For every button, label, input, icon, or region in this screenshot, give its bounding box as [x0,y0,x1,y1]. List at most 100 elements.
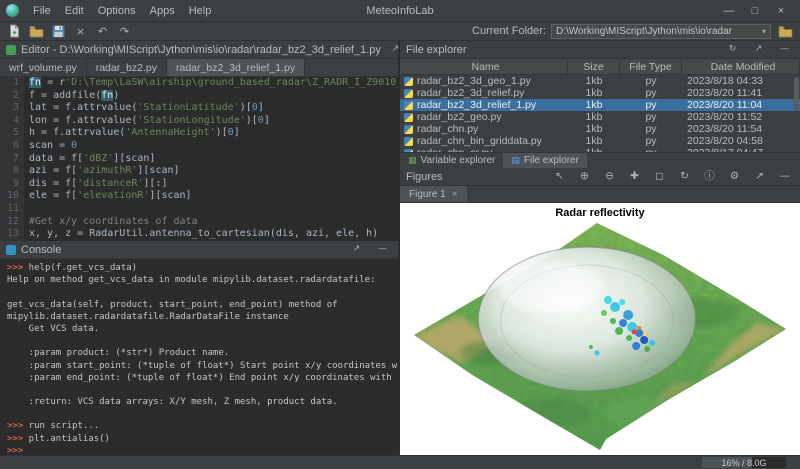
close-icon[interactable]: × [71,23,90,40]
menu-help[interactable]: Help [182,5,219,17]
minimize-icon[interactable]: — [775,168,794,185]
editor-panel-title: Editor - D:\Working\MIScript\Jython\mis\… [21,44,381,56]
figure-tab-close-icon[interactable]: × [452,189,458,200]
menu-apps[interactable]: Apps [143,5,182,17]
code-text: #Get x/y coordinates of data [24,216,198,229]
menu-file[interactable]: File [26,5,58,17]
minimize-button[interactable]: — [716,5,742,17]
file-date-cell: 2023/8/20 11:41 [682,87,800,99]
chevron-down-icon[interactable]: ▾ [758,27,766,36]
open-script-icon[interactable] [27,23,46,40]
cursor-icon[interactable]: ↖ [550,168,569,185]
file-row-radar_chn_cr.py[interactable]: radar_chn_cr.py1kbpy2023/8/17 04:47 [400,147,800,152]
main-toolbar: ×↶↷ Current Folder: D:\Working\MIScript\… [0,22,800,41]
scrollbar-thumb[interactable] [794,77,799,111]
file-name-cell: radar_chn.py [400,123,568,135]
file-row-radar_bz2_3d_relief.py[interactable]: radar_bz2_3d_relief.py1kbpy2023/8/20 11:… [400,87,800,99]
code-editor[interactable]: 1fn = r'D:\Temp\LaSW\airship\ground_base… [0,77,398,241]
identify-icon[interactable]: ⓘ [700,168,719,185]
editor-tab-wrf_volume.py[interactable]: wrf_volume.py [0,59,87,76]
figure-tab[interactable]: Figure 1 × [400,186,467,202]
new-script-icon[interactable] [5,23,24,40]
figure-tabbar: Figure 1 × [400,186,800,203]
editor-panel-header: Editor - D:\Working\MIScript\Jython\mis\… [0,41,398,59]
tab-variable-explorer[interactable]: ▦Variable explorer [400,153,503,168]
file-type-cell: py [620,99,682,111]
file-name-cell: radar_bz2_3d_geo_1.py [400,75,568,87]
rotate-icon[interactable]: ↻ [675,168,694,185]
menu-edit[interactable]: Edit [58,5,91,17]
column-header-size[interactable]: Size [568,59,620,74]
refresh-icon[interactable]: ↻ [723,41,742,58]
float-icon[interactable]: ↗ [386,41,398,58]
code-line: 8azi = f['azimuthR'][scan] [0,165,398,178]
console-panel-buttons: ↗— [347,241,392,258]
console-line [7,335,398,347]
memory-indicator[interactable]: 16% / 8.0G [702,457,786,468]
console-line: get_vcs_data(self, product, start_point,… [7,299,398,311]
console-line: >>> help(f.get_vcs_data) [7,262,398,274]
current-folder-group: Current Folder: D:\Working\MIScript\Jyth… [472,23,795,40]
minimize-icon[interactable]: — [775,41,794,58]
vertical-splitter[interactable] [399,41,400,455]
line-number: 5 [0,127,24,140]
line-number: 3 [0,102,24,115]
float-icon[interactable]: ↗ [749,41,768,58]
file-type-cell: py [620,87,682,99]
undo-icon[interactable]: ↶ [93,23,112,40]
menu-options[interactable]: Options [91,5,143,17]
column-header-file-type[interactable]: File Type [620,59,682,74]
code-line: 3lat = f.attrvalue('StationLatitude')[0] [0,102,398,115]
close-button[interactable]: × [768,5,794,17]
redo-icon[interactable]: ↷ [115,23,134,40]
file-list-scrollbar[interactable] [793,75,800,152]
radar-3d-plot [400,203,800,455]
tab-file-explorer[interactable]: ▤File explorer [503,153,587,168]
file-name-cell: radar_chn_cr.py [400,147,568,152]
memory-text: 16% / 8.0G [721,458,766,468]
zoom-in-icon[interactable]: ⊕ [575,168,594,185]
file-row-radar_bz2_geo.py[interactable]: radar_bz2_geo.py1kbpy2023/8/20 11:52 [400,111,800,123]
float-icon[interactable]: ↗ [750,168,769,185]
file-row-radar_bz2_3d_relief_1.py[interactable]: radar_bz2_3d_relief_1.py1kbpy2023/8/20 1… [400,99,800,111]
browse-folder-icon[interactable] [776,23,795,40]
code-text: dis = f['distanceR'][:] [24,178,168,191]
file-row-radar_chn_bin_griddata.py[interactable]: radar_chn_bin_griddata.py1kbpy2023/8/20 … [400,135,800,147]
float-icon[interactable]: ↗ [347,241,366,258]
console-line: >>> plt.antialias() [7,433,398,445]
code-line: 1fn = r'D:\Temp\LaSW\airship\ground_base… [0,77,398,90]
code-text: f = addfile(fn) [24,90,119,103]
column-header-date-modified[interactable]: Date Modified [682,59,800,74]
save-icon[interactable] [49,23,68,40]
line-number: 13 [0,228,24,241]
line-number: 11 [0,203,24,216]
figure-canvas[interactable]: Radar reflectivity [400,203,800,455]
editor-tab-radar_bz2_3d_relief_1.py[interactable]: radar_bz2_3d_relief_1.py [167,59,305,76]
zoom-out-icon[interactable]: ⊖ [600,168,619,185]
console-line: :param end_point: (*tuple of float*) End… [7,372,398,384]
file-date-cell: 2023/8/20 04:58 [682,135,800,147]
maximize-button[interactable]: □ [742,5,768,17]
files-icon: ▤ [511,156,520,166]
file-explorer-title: File explorer [406,44,467,56]
editor-tab-radar_bz2.py[interactable]: radar_bz2.py [87,59,167,76]
toolbar-icons: ×↶↷ [5,23,134,40]
code-line: 10ele = f['elevationR'][scan] [0,190,398,203]
file-size-cell: 1kb [568,123,620,135]
console-output[interactable]: >>> help(f.get_vcs_data)Help on method g… [0,259,398,455]
minimize-icon[interactable]: — [373,241,392,258]
console-line: >>> run script... [7,420,398,432]
code-line: 9dis = f['distanceR'][:] [0,178,398,191]
file-row-radar_bz2_3d_geo_1.py[interactable]: radar_bz2_3d_geo_1.py1kbpy2023/8/18 04:3… [400,75,800,87]
code-text: azi = f['azimuthR'][scan] [24,165,180,178]
file-row-radar_chn.py[interactable]: radar_chn.py1kbpy2023/8/20 11:54 [400,123,800,135]
python-file-icon [404,125,413,134]
code-text: scan = 0 [24,140,77,153]
current-folder-combo[interactable]: D:\Working\MIScript\Jython\mis\io\radar … [551,24,771,39]
settings-icon[interactable]: ⚙ [725,168,744,185]
column-header-name[interactable]: Name [400,59,568,74]
pan-icon[interactable]: ✚ [625,168,644,185]
python-file-icon [404,137,413,146]
editor-tabbar: wrf_volume.pyradar_bz2.pyradar_bz2_3d_re… [0,59,398,77]
full-extent-icon[interactable]: ◻ [650,168,669,185]
